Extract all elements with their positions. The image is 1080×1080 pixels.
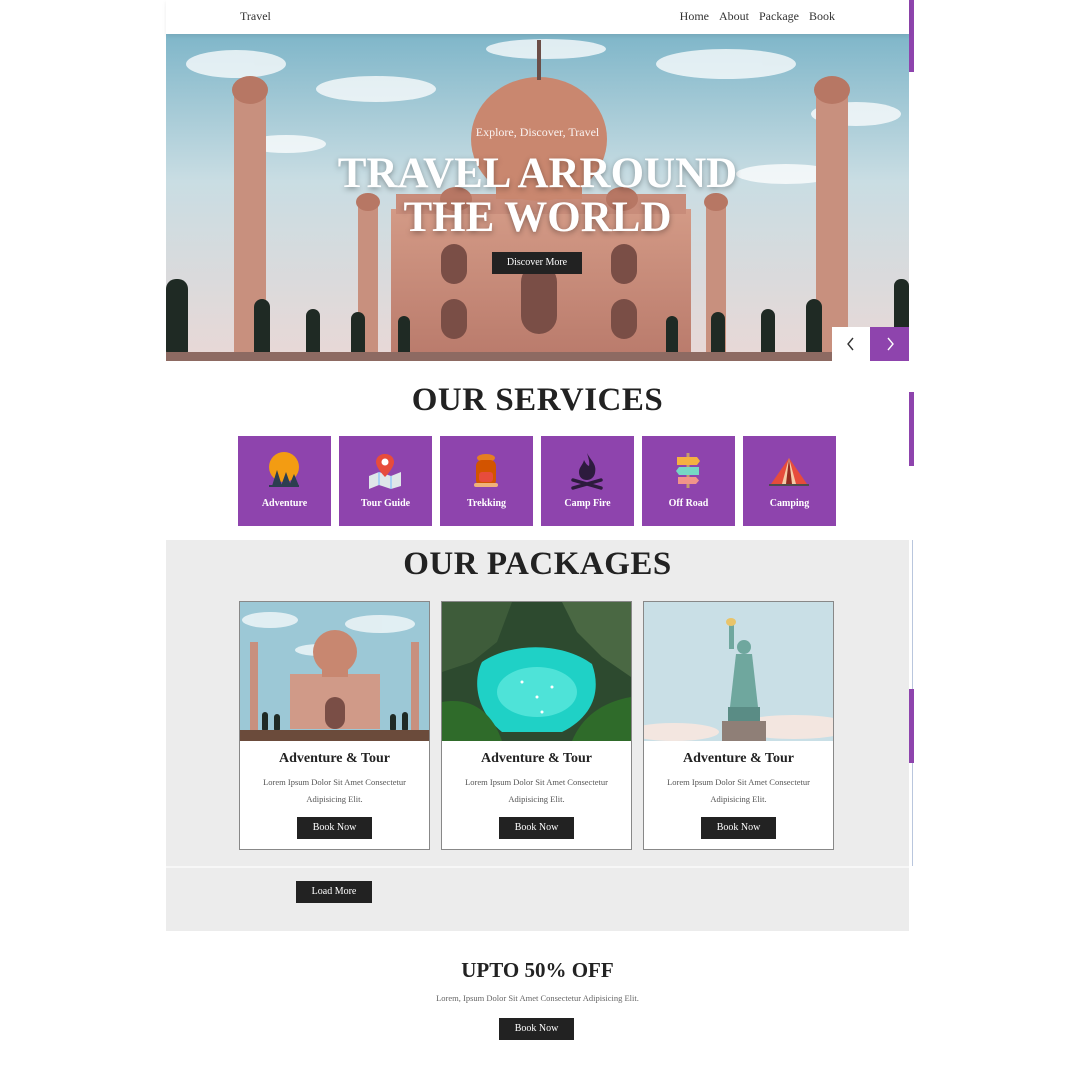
package-image-taj-mahal (240, 602, 429, 741)
service-label: Trekking (466, 498, 507, 509)
packages-title: OUR PACKAGES (403, 546, 672, 582)
nav-link-book[interactable]: Book (809, 9, 835, 24)
services-title: OUR SERVICES (411, 382, 664, 418)
sunset-trees-icon (269, 452, 299, 487)
nav-link-home[interactable]: Home (680, 9, 709, 24)
map-pin-icon (369, 454, 401, 489)
campfire-icon (571, 453, 603, 490)
brand-logo[interactable]: Travel (240, 9, 271, 24)
hero-title: TRAVEL ARROUND THE WORLD (337, 150, 738, 241)
package-title: Adventure & Tour (279, 751, 390, 766)
service-card-camping[interactable]: Camping (743, 436, 836, 526)
discover-more-button[interactable]: Discover More (492, 252, 582, 274)
service-label: Tour Guide (360, 498, 411, 509)
nav-link-package[interactable]: Package (759, 9, 799, 24)
backpack-icon (474, 454, 498, 487)
service-card-camp-fire[interactable]: Camp Fire (541, 436, 634, 526)
offer-book-now-button[interactable]: Book Now (499, 1018, 574, 1040)
hero-banner: Explore, Discover, Travel TRAVEL ARROUND… (166, 34, 909, 361)
book-now-button[interactable]: Book Now (499, 817, 574, 839)
service-label: Off Road (668, 498, 709, 509)
signpost-icon (676, 453, 700, 488)
chevron-left-icon (847, 337, 854, 351)
offer-text: Lorem, Ipsum Dolor Sit Amet Consectetur … (436, 993, 639, 1003)
package-title: Adventure & Tour (683, 751, 794, 766)
slider-prev-button[interactable] (832, 327, 870, 361)
navbar: Travel Home About Package Book (166, 0, 909, 34)
slider-next-button[interactable] (870, 327, 909, 361)
package-card-tropical-bay: Adventure & Tour Lorem Ipsum Dolor Sit A… (441, 601, 632, 850)
package-image-tropical-bay (442, 602, 631, 741)
hero-subtitle: Explore, Discover, Travel (475, 125, 600, 139)
service-label: Adventure (261, 498, 308, 509)
scroll-accent-2 (909, 392, 914, 466)
load-more-button[interactable]: Load More (296, 881, 372, 903)
packages-section: OUR PACKAGES Adventure & Tour Lorem Ipsu… (166, 540, 909, 931)
section-divider (166, 866, 909, 868)
service-card-tour-guide[interactable]: Tour Guide (339, 436, 432, 526)
page: Travel Home About Package Book Explore, … (166, 0, 909, 1080)
service-label: Camping (769, 498, 810, 509)
service-card-trekking[interactable]: Trekking (440, 436, 533, 526)
package-image-statue-of-liberty (644, 602, 833, 741)
chevron-right-icon (886, 337, 894, 351)
book-now-button[interactable]: Book Now (297, 817, 372, 839)
scroll-accent-3 (909, 689, 914, 763)
package-description: Lorem Ipsum Dolor Sit Amet Consectetur A… (465, 777, 608, 804)
offer-title: UPTO 50% OFF (461, 958, 614, 982)
service-card-off-road[interactable]: Off Road (642, 436, 735, 526)
nav-links: Home About Package Book (680, 9, 835, 24)
package-description: Lorem Ipsum Dolor Sit Amet Consectetur A… (667, 777, 810, 804)
package-description: Lorem Ipsum Dolor Sit Amet Consectetur A… (263, 777, 406, 804)
nav-link-about[interactable]: About (719, 9, 749, 24)
scroll-accent-1 (909, 0, 914, 72)
service-label: Camp Fire (564, 498, 611, 509)
package-title: Adventure & Tour (481, 751, 592, 766)
package-card-statue-of-liberty: Adventure & Tour Lorem Ipsum Dolor Sit A… (643, 601, 834, 850)
service-card-adventure[interactable]: Adventure (238, 436, 331, 526)
services-list: Adventure Tour Guide Trekking Camp Fire … (238, 436, 836, 526)
package-card-taj-mahal: Adventure & Tour Lorem Ipsum Dolor Sit A… (239, 601, 430, 850)
tent-icon (769, 458, 809, 486)
book-now-button[interactable]: Book Now (701, 817, 776, 839)
